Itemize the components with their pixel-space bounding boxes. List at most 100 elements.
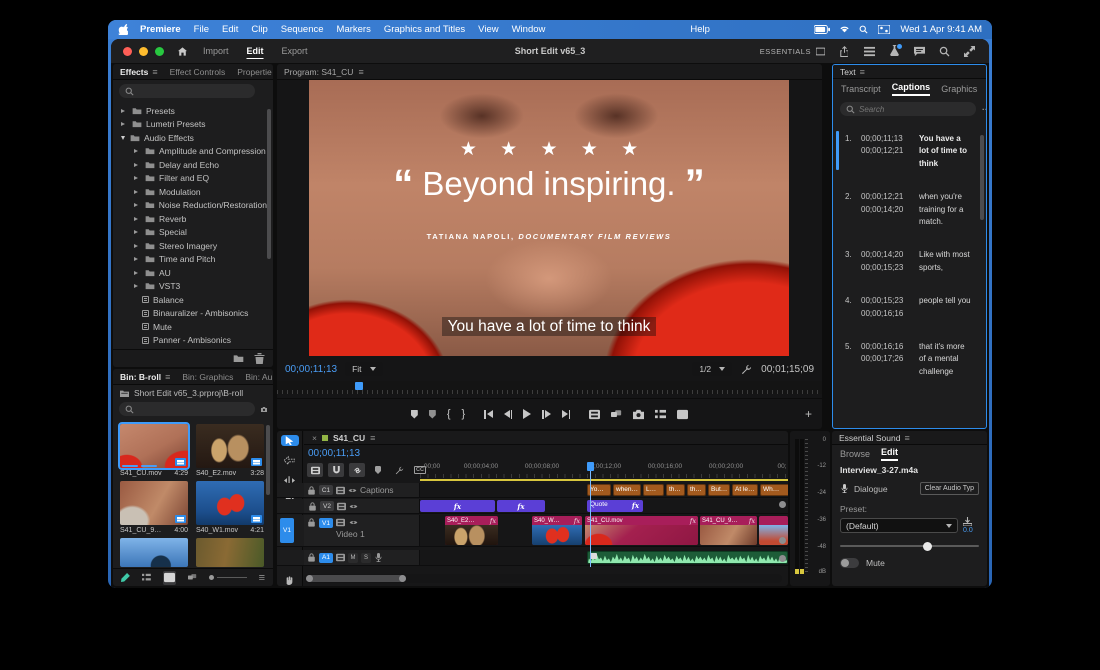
tree-item[interactable]: Amplitude and Compression	[113, 145, 267, 159]
track-v2-content[interactable]: fx fx Quote fx	[420, 499, 788, 513]
captions-scrollbar[interactable]	[980, 135, 984, 220]
delete-icon[interactable]	[254, 353, 265, 364]
graphic-clip[interactable]: fx	[497, 500, 545, 512]
audio-meters-panel[interactable]: 0 -12 -24 -36 -48 dB	[790, 431, 830, 586]
tree-item[interactable]: Presets	[113, 104, 267, 118]
tab-graphics[interactable]: Graphics	[941, 84, 977, 94]
wifi-icon[interactable]	[840, 25, 849, 34]
tree-item[interactable]: Lumetri Presets	[113, 118, 267, 132]
effects-search-input[interactable]	[138, 86, 249, 96]
overwrite-button[interactable]	[677, 409, 688, 420]
track-output-icon[interactable]	[336, 518, 345, 527]
resolution-dropdown[interactable]: 1/2	[692, 362, 733, 376]
save-preset-icon[interactable]	[963, 517, 972, 526]
chevron-right-icon[interactable]	[134, 162, 140, 167]
caption-clip[interactable]: when…	[613, 484, 641, 496]
mic-icon[interactable]	[374, 553, 383, 562]
mode-export[interactable]: Export	[282, 46, 308, 56]
caption-clip[interactable]: Wh…	[760, 484, 788, 496]
chevron-right-icon[interactable]	[134, 243, 140, 248]
caption-text[interactable]: that it's more of a mental challenge	[919, 341, 972, 378]
panel-menu-icon[interactable]: ≡	[370, 433, 375, 443]
menu-markers[interactable]: Markers	[337, 24, 371, 35]
hand-tool[interactable]	[281, 575, 299, 586]
tree-item[interactable]: Noise Reduction/Restoration	[113, 199, 267, 213]
thumbnail-zoom-slider[interactable]	[208, 575, 247, 580]
effects-scrollbar[interactable]	[267, 109, 271, 259]
timeline-hscrollbar[interactable]	[304, 574, 782, 583]
track-v1-content[interactable]: S40_E2… fx S40_W… fx S41_CU.mov fx S41_CU_9…	[420, 515, 788, 546]
caption-row[interactable]: 1. 00;00;11;13 00;00;12;21 You have a lot…	[833, 127, 980, 176]
search-tool-icon[interactable]	[939, 46, 950, 57]
work-area-bar[interactable]	[420, 479, 788, 481]
timeline-settings-wrench-icon[interactable]	[391, 463, 407, 477]
menu-file[interactable]: File	[194, 24, 209, 35]
panel-menu-icon[interactable]: ≡	[860, 67, 865, 77]
chevron-right-icon[interactable]	[134, 149, 140, 154]
panel-menu-icon[interactable]: ≡	[165, 372, 170, 382]
graphic-clip-quote[interactable]: Quote fx	[587, 500, 643, 512]
track-output-icon[interactable]	[337, 502, 346, 511]
track-badge-v1[interactable]: V1	[319, 518, 333, 528]
menubar-clock[interactable]: Wed 1 Apr 9:41 AM	[900, 24, 982, 35]
beta-feedback-button[interactable]	[889, 43, 902, 58]
menu-edit[interactable]: Edit	[222, 24, 238, 35]
audio-clip[interactable]	[587, 551, 788, 564]
step-back-button[interactable]	[503, 409, 513, 419]
timeline-hscroll-thumb[interactable]	[306, 575, 406, 582]
caption-clip[interactable]: But…	[708, 484, 730, 496]
program-video-frame[interactable]: ★ ★ ★ ★ ★ “ Beyond inspiring. ” TATIANA …	[309, 80, 789, 356]
tree-item[interactable]: Delay and Echo	[113, 158, 267, 172]
fit-dropdown[interactable]: Fit	[345, 362, 383, 376]
tree-item[interactable]: Filter and EQ	[113, 172, 267, 186]
chevron-right-icon[interactable]	[134, 270, 140, 275]
caption-clip[interactable]: At le…	[732, 484, 758, 496]
mark-out-button[interactable]: }	[462, 408, 466, 420]
mute-track-button[interactable]: M	[348, 552, 358, 563]
chevron-right-icon[interactable]	[134, 284, 140, 289]
effect-item[interactable]: Panner - Ambisonics	[113, 334, 267, 345]
step-forward-button[interactable]	[542, 409, 551, 419]
video-clip[interactable]: S41_CU_9… fx	[700, 516, 757, 545]
marker-button[interactable]	[428, 409, 436, 419]
settings-wrench-icon[interactable]	[741, 364, 752, 375]
slider-knob[interactable]	[923, 541, 933, 551]
caption-row[interactable]: 4. 00;00;15;23 00;00;16;16 people tell yo…	[833, 289, 980, 326]
timeline-ruler[interactable]: 00;00 00;00;04;00 00;00;08;00 00;00;12;0…	[420, 461, 788, 478]
caption-clip[interactable]: th…	[666, 484, 685, 496]
panel-menu-icon[interactable]: ≡	[152, 67, 157, 77]
video-clip[interactable]: S40_E2… fx	[445, 516, 498, 545]
tree-item[interactable]: VST3	[113, 280, 267, 294]
program-scrubber[interactable]	[277, 381, 822, 394]
tab-browse[interactable]: Browse	[840, 449, 870, 459]
mute-toggle[interactable]	[840, 558, 859, 568]
clear-audio-type-button[interactable]: Clear Audio Typ	[919, 482, 979, 495]
nest-toggle-icon[interactable]	[307, 463, 323, 477]
solo-track-button[interactable]: S	[361, 552, 371, 563]
chevron-right-icon[interactable]	[134, 230, 140, 235]
close-sequence-icon[interactable]: ×	[312, 433, 317, 443]
panel-menu-icon[interactable]: ≡	[358, 67, 363, 77]
playhead-caret[interactable]	[355, 382, 363, 390]
tree-item[interactable]: AU	[113, 266, 267, 280]
track-select-forward-tool[interactable]	[281, 455, 299, 466]
tab-effects[interactable]: Effects ≡	[120, 67, 158, 77]
chevron-right-icon[interactable]	[134, 257, 140, 262]
apple-logo-icon[interactable]	[118, 24, 128, 35]
track-a1-content[interactable]	[420, 550, 788, 565]
track-output-icon[interactable]	[336, 486, 345, 495]
menu-graphics-titles[interactable]: Graphics and Titles	[384, 24, 465, 35]
bin-clip-S41_CU_9[interactable]	[120, 481, 188, 525]
fullscreen-icon[interactable]	[964, 46, 975, 57]
chevron-right-icon[interactable]	[121, 108, 127, 113]
caption-clip[interactable]: L…	[643, 484, 664, 496]
playhead[interactable]	[590, 471, 591, 567]
lock-icon[interactable]	[307, 553, 316, 562]
track-resize-knob[interactable]	[779, 537, 786, 544]
mode-edit[interactable]: Edit	[247, 46, 264, 56]
eye-icon[interactable]	[349, 502, 358, 511]
tab-bin-graphics[interactable]: Bin: Graphics	[182, 372, 233, 382]
linked-selection-icon[interactable]	[349, 463, 365, 477]
spotlight-search-icon[interactable]	[859, 25, 868, 34]
effect-item[interactable]: Mute	[113, 320, 267, 334]
